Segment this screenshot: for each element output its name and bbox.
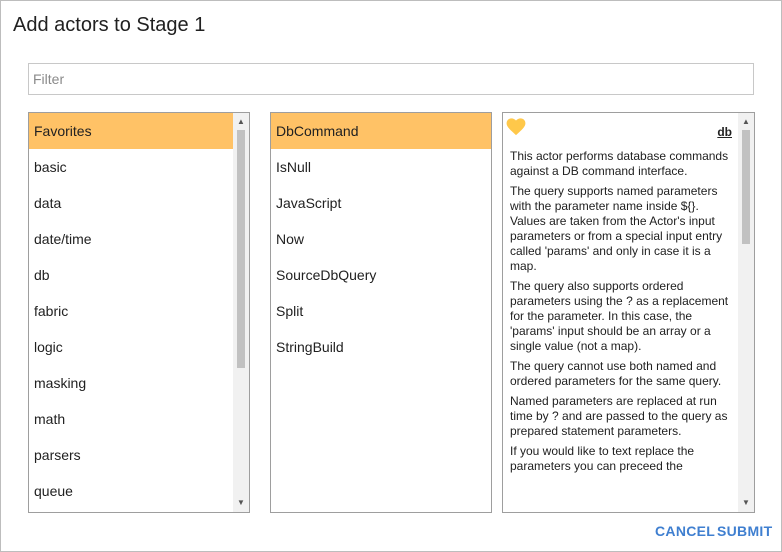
scroll-up-arrow-icon[interactable]: ▲ <box>738 115 754 129</box>
description-scrollbar[interactable]: ▲ ▼ <box>738 113 754 512</box>
description-paragraph: This actor performs database commands ag… <box>510 149 729 178</box>
actors-list: DbCommand IsNull JavaScript Now SourceDb… <box>270 112 492 513</box>
category-item-basic[interactable]: basic <box>29 149 233 185</box>
actor-item-isnull[interactable]: IsNull <box>271 149 491 185</box>
actor-item-sourcedbquery[interactable]: SourceDbQuery <box>271 257 491 293</box>
scroll-down-arrow-icon[interactable]: ▼ <box>233 496 249 510</box>
description-paragraph: The query cannot use both named and orde… <box>510 359 722 388</box>
category-item-parsers[interactable]: parsers <box>29 437 233 473</box>
category-item-queue[interactable]: queue <box>29 473 233 509</box>
submit-button[interactable]: SUBMIT <box>717 523 772 539</box>
scroll-up-arrow-icon[interactable]: ▲ <box>233 115 249 129</box>
category-item-date-time[interactable]: date/time <box>29 221 233 257</box>
category-link[interactable]: db <box>717 125 732 139</box>
description-text: This actor performs database commands ag… <box>510 149 732 479</box>
scroll-thumb[interactable] <box>237 130 245 368</box>
category-item-favorites[interactable]: Favorites <box>29 113 233 149</box>
filter-input[interactable] <box>28 63 754 95</box>
scroll-thumb[interactable] <box>742 130 750 244</box>
description-paragraph: If you would like to text replace the pa… <box>510 444 695 473</box>
category-item-masking[interactable]: masking <box>29 365 233 401</box>
actor-item-javascript[interactable]: JavaScript <box>271 185 491 221</box>
category-item-db[interactable]: db <box>29 257 233 293</box>
heart-icon[interactable] <box>506 118 526 136</box>
description-paragraph: The query also supports ordered paramete… <box>510 279 729 353</box>
description-paragraph: The query supports named parameters with… <box>510 184 723 273</box>
categories-list: Favorites basic data date/time db fabric… <box>28 112 250 513</box>
scroll-down-arrow-icon[interactable]: ▼ <box>738 496 754 510</box>
description-paragraph: Named parameters are replaced at run tim… <box>510 394 728 438</box>
categories-scrollbar[interactable]: ▲ ▼ <box>233 113 249 512</box>
category-item-logic[interactable]: logic <box>29 329 233 365</box>
actor-description-panel: db This actor performs database commands… <box>502 112 755 513</box>
actor-item-now[interactable]: Now <box>271 221 491 257</box>
actor-item-dbcommand[interactable]: DbCommand <box>271 113 491 149</box>
actor-item-split[interactable]: Split <box>271 293 491 329</box>
cancel-button[interactable]: CANCEL <box>655 523 715 539</box>
dialog-title: Add actors to Stage 1 <box>13 14 206 36</box>
category-item-fabric[interactable]: fabric <box>29 293 233 329</box>
category-item-data[interactable]: data <box>29 185 233 221</box>
actor-item-stringbuild[interactable]: StringBuild <box>271 329 491 365</box>
category-item-math[interactable]: math <box>29 401 233 437</box>
add-actors-dialog: Add actors to Stage 1 Favorites basic da… <box>0 0 782 552</box>
